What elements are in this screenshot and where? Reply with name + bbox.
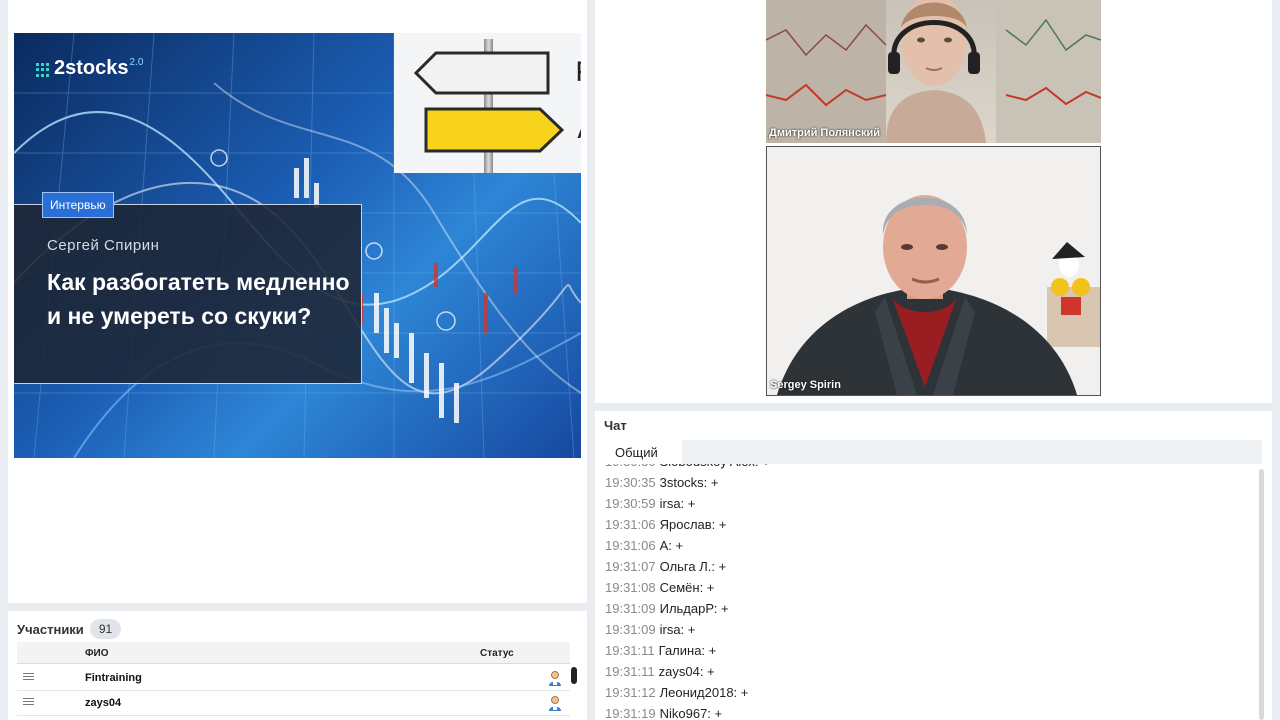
video-feed-host[interactable]: Дмитрий Полянский [766,0,1101,143]
speaker-name: Сергей Спирин [47,237,160,254]
chat-message: 19:31:07 Ольга Л.: + [605,559,726,574]
column-header-status[interactable]: Статус [480,648,514,659]
logo-text: 2stocks [54,57,129,79]
slide-headline: Как разбогатеть медленно и не умереть со… [47,269,350,329]
chat-message-text: ИльдарР: + [659,601,729,616]
video-feed-guest[interactable]: Sergey Spirin [766,146,1101,396]
chat-message-time: 19:31:19 [605,706,656,720]
participants-scrollbar[interactable] [571,667,577,684]
video-label-guest: Sergey Spirin [770,379,841,391]
chat-message-text: 3stocks: + [659,475,719,490]
video-panel: Дмитрий Полянский Sergey Spirin [595,0,1272,403]
interview-tag: Интервью [42,192,114,218]
video-label-host: Дмитрий Полянский [769,127,880,139]
right-arrow-sign-icon [424,107,565,153]
chat-message-text: irsa: + [659,622,696,637]
participant-row[interactable]: zays04 [17,691,570,716]
left-arrow-sign-icon [413,51,550,95]
chat-title: Чат [604,418,627,433]
chat-message-time: 19:31:11 [605,664,655,679]
host-webcam-image [766,0,1101,143]
presentation-slide: 2stocks 2.0 Passive Active Интервью Серг… [14,33,581,458]
guest-webcam-image [767,147,1100,395]
chat-message-time: 19:31:09 [605,601,656,616]
chat-message: 19:31:12 Леонид2018: + [605,685,748,700]
chat-message: 19:30:59 irsa: + [605,496,695,511]
chat-message-time: 19:31:07 [605,559,656,574]
chat-message-text: irsa: + [659,496,696,511]
chat-message-time: 19:30:35 [605,475,656,490]
chat-message-time: 19:31:08 [605,580,656,595]
menu-icon[interactable] [23,673,34,682]
chat-message-text: A: + [659,538,684,553]
participant-name: Fintraining [85,672,142,684]
participants-title: Участники [17,621,84,637]
chat-message-time: 19:31:12 [605,685,656,700]
participants-count-badge: 91 [89,619,122,639]
active-sign-label: Active [564,107,581,153]
chat-panel: Чат Общий 19:30:30Slobodskoy Alex: +19:3… [595,411,1272,720]
participants-table-header: ФИО Статус [17,642,570,664]
participants-header: Участники 91 [17,619,122,639]
chat-message-time: 19:31:11 [605,643,655,658]
chat-message: 19:31:11 zays04: + [605,664,715,679]
chat-message-time: 19:31:09 [605,622,656,637]
chat-message: 19:31:08 Семён: + [605,580,714,595]
2stocks-logo: 2stocks 2.0 [36,57,143,80]
menu-icon[interactable] [23,698,34,707]
participant-row[interactable]: Fintraining [17,666,570,691]
chat-message-text: Семён: + [659,580,715,595]
logo-version: 2.0 [129,57,144,68]
active-sign: Active [424,107,581,153]
passive-sign-label: Passive [550,51,581,95]
chat-message-time: 19:31:06 [605,517,656,532]
chat-message-text: Леонид2018: + [659,685,749,700]
chat-scrollbar[interactable] [1259,469,1264,720]
chat-message: 19:31:06 Ярослав: + [605,517,727,532]
chat-message-time: 19:30:30 [605,464,656,469]
participant-name: zays04 [85,697,122,709]
chat-messages[interactable]: 19:30:30 Slobodskoy Alex: + 19:30:353stock… [605,464,1255,720]
slide-title-card: Сергей Спирин Как разбогатеть медленно и… [14,204,362,384]
chat-message: 19:31:09 ИльдарР: + [605,601,729,616]
chat-message: 19:31:06 A: + [605,538,683,553]
chat-message-text: Галина: + [658,643,717,658]
tab-general[interactable]: Общий [604,440,682,464]
chat-message: 19:31:09 irsa: + [605,622,695,637]
user-status-icon [549,696,561,711]
chat-message-time: 19:30:59 [605,496,656,511]
chat-message: 19:30:30 Slobodskoy Alex: + [605,464,770,469]
passive-sign: Passive [413,51,581,95]
chat-message-text: zays04: + [658,664,715,679]
chat-message-text: Slobodskoy Alex: + [660,464,770,469]
chat-message-text: Niko967: + [659,706,723,720]
chat-message: 19:31:11 Галина: + [605,643,716,658]
chat-message-time: 19:31:06 [605,538,656,553]
user-status-icon [549,671,561,686]
logo-dots-icon [36,63,50,77]
chat-message-text: Ольга Л.: + [659,559,727,574]
chat-message-text: Ярослав: + [659,517,727,532]
column-header-name[interactable]: ФИО [85,648,109,659]
participants-panel: Участники 91 ФИО Статус Fintraining zays… [8,611,587,720]
presentation-panel: 2stocks 2.0 Passive Active Интервью Серг… [8,0,587,603]
passive-active-signpost: Passive Active [394,33,581,173]
chat-message: 19:31:19 Niko967: + [605,706,722,720]
chat-tab-bar: Общий [604,440,1262,464]
chat-message: 19:30:35 3stocks: + [605,475,719,490]
